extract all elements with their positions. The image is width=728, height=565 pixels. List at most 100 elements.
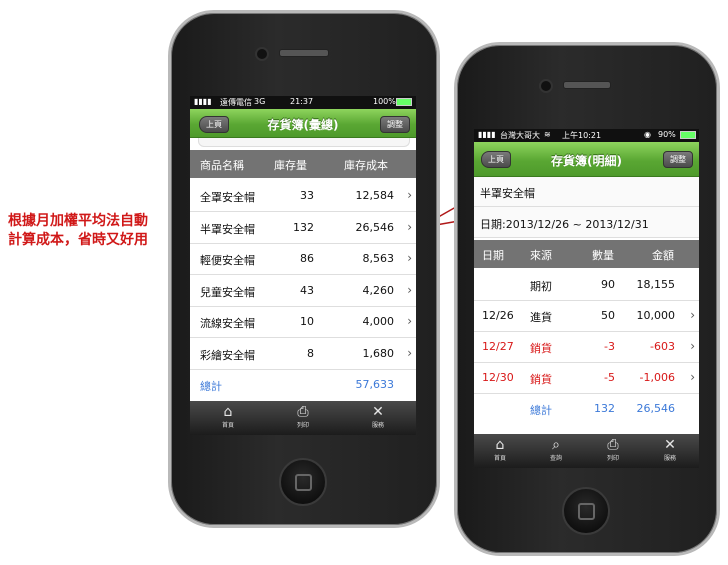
carrier-label: 遠傳電信 (220, 98, 252, 107)
row-source: 期初 (530, 280, 552, 293)
carrier-label: 台灣大哥大 (500, 131, 540, 140)
adjust-button[interactable]: 調整 (380, 116, 410, 133)
chevron-right-icon: › (407, 346, 412, 360)
status-bar: ▮▮▮▮ 遠傳電信 3G 21:37 100% (190, 96, 416, 109)
item-title-row: 半罩安全帽 (474, 177, 699, 207)
item-qty: 43 (300, 284, 314, 297)
item-name: 彩繪安全帽 (200, 349, 255, 362)
tab-label: 首頁 (221, 422, 234, 429)
total-label: 總計 (530, 404, 552, 417)
printer-icon: ⎙ (297, 404, 309, 420)
chevron-right-icon: › (407, 188, 412, 202)
tab-label: 列印 (296, 422, 309, 429)
total-label: 總計 (200, 380, 222, 393)
item-cost: 12,584 (355, 189, 395, 202)
item-cost: 4,260 (362, 284, 395, 297)
network-label: 3G (254, 97, 266, 106)
total-amount: 26,546 (636, 402, 676, 415)
chevron-right-icon: › (407, 314, 412, 328)
total-cost: 57,633 (355, 378, 395, 391)
battery-percent: 100% (373, 97, 396, 106)
tab-home[interactable]: ⌂ 首頁 (480, 434, 520, 462)
tab-label: 首頁 (493, 455, 506, 462)
search-icon: ⌕ (552, 437, 560, 453)
tab-service[interactable]: ✕ 服務 (358, 401, 398, 429)
chevron-right-icon: › (690, 370, 695, 384)
table-row[interactable]: 流線安全帽 10 4,000 › (190, 306, 416, 338)
tab-label: 列印 (606, 455, 619, 462)
item-name: 兒童安全帽 (200, 286, 255, 299)
column-header-source: 來源 (530, 249, 552, 262)
table-row[interactable]: 12/27 銷貨 -3 -603 › (474, 331, 699, 363)
item-qty: 10 (300, 315, 314, 328)
column-header-qty: 庫存量 (274, 159, 307, 172)
chevron-right-icon: › (407, 220, 412, 234)
navigation-bar: 上頁 存貨簿(彙總) 調整 (190, 109, 416, 138)
item-qty: 86 (300, 252, 314, 265)
table-header: 商品名稱 庫存量 庫存成本 (190, 150, 416, 178)
item-cost: 4,000 (362, 315, 395, 328)
home-button[interactable] (562, 487, 610, 535)
row-source: 進貨 (530, 311, 552, 324)
total-row: 總計 57,633 (190, 369, 416, 399)
item-name: 流線安全帽 (200, 317, 255, 330)
home-button[interactable] (279, 458, 327, 506)
item-cost: 1,680 (362, 347, 395, 360)
row-source: 銷貨 (530, 342, 552, 355)
row-date: 12/26 (482, 309, 514, 322)
row-source: 銷貨 (530, 373, 552, 386)
battery-icon (396, 98, 412, 106)
left-screen: ▮▮▮▮ 遠傳電信 3G 21:37 100% 上頁 存貨簿(彙總) 調整 商品… (190, 96, 416, 435)
tab-label: 服務 (371, 422, 384, 429)
total-qty: 132 (594, 402, 615, 415)
chevron-right-icon: › (407, 283, 412, 297)
item-qty: 8 (307, 347, 314, 360)
speaker-grille (279, 49, 329, 57)
date-range: 日期:2013/12/26 ~ 2013/12/31 (480, 218, 649, 231)
adjust-button[interactable]: 調整 (663, 151, 693, 168)
tab-home[interactable]: ⌂ 首頁 (208, 401, 248, 429)
tab-print[interactable]: ⎙ 列印 (283, 401, 323, 429)
item-cost: 26,546 (355, 221, 395, 234)
right-screen: ▮▮▮▮ 台灣大哥大 ≋ 上午10:21 ◉ 90% 上頁 存貨簿(明細) 調整… (474, 129, 699, 468)
battery-icon (680, 131, 696, 139)
tab-bar: ⌂ 首頁 ⌕ 查詢 ⎙ 列印 ✕ 服務 (474, 434, 699, 468)
row-amount: -1,006 (639, 371, 675, 384)
table-header: 日期 來源 數量 金額 (474, 240, 699, 268)
table-row[interactable]: 彩繪安全帽 8 1,680 › (190, 337, 416, 370)
tab-print[interactable]: ⎙ 列印 (593, 434, 633, 462)
column-header-date: 日期 (482, 249, 504, 262)
column-header-cost: 庫存成本 (344, 159, 388, 172)
table-row[interactable]: 兒童安全帽 43 4,260 › (190, 274, 416, 307)
chevron-right-icon: › (690, 308, 695, 322)
tab-label: 服務 (663, 455, 676, 462)
table-row[interactable]: 全罩安全帽 33 12,584 › (190, 180, 416, 212)
signal-icon: ▮▮▮▮ (194, 97, 212, 106)
tab-service[interactable]: ✕ 服務 (650, 434, 690, 462)
chevron-right-icon: › (690, 339, 695, 353)
printer-icon: ⎙ (607, 437, 619, 453)
lock-rotation-icon: ◉ (644, 130, 651, 139)
row-amount: 18,155 (636, 278, 676, 291)
item-name: 全罩安全帽 (200, 191, 255, 204)
table-row[interactable]: 12/30 銷貨 -5 -1,006 › (474, 362, 699, 394)
total-row: 總計 132 26,546 (474, 393, 699, 424)
item-name: 半罩安全帽 (200, 223, 255, 236)
row-amount: 10,000 (636, 309, 676, 322)
table-row[interactable]: 輕便安全帽 86 8,563 › (190, 243, 416, 275)
date-range-row: 日期:2013/12/26 ~ 2013/12/31 (474, 207, 699, 238)
item-qty: 132 (293, 221, 314, 234)
table-row[interactable]: 12/26 進貨 50 10,000 › (474, 300, 699, 332)
camera (539, 79, 553, 93)
row-date: 12/27 (482, 340, 514, 353)
table-row[interactable]: 半罩安全帽 132 26,546 › (190, 211, 416, 244)
tab-label: 查詢 (549, 455, 562, 462)
row-qty: 50 (601, 309, 615, 322)
row-qty: -5 (604, 371, 615, 384)
tab-search[interactable]: ⌕ 查詢 (536, 434, 576, 462)
wifi-icon: ≋ (544, 130, 551, 139)
column-header-qty: 數量 (592, 249, 614, 262)
navigation-bar: 上頁 存貨簿(明細) 調整 (474, 142, 699, 177)
item-name: 半罩安全帽 (480, 187, 535, 200)
camera (255, 47, 269, 61)
